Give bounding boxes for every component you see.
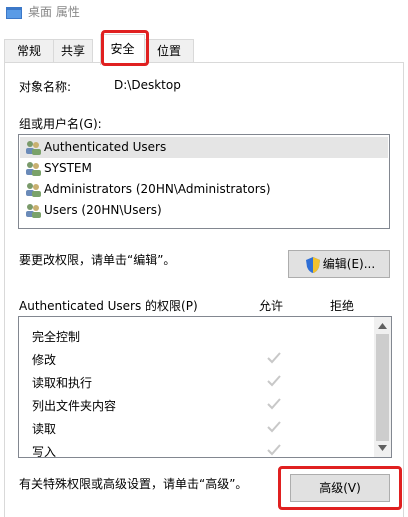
groups-label: 组或用户名(G): xyxy=(19,117,102,131)
permission-name: 完全控制 xyxy=(32,330,81,344)
edit-hint: 要更改权限，请单击“编辑”。 xyxy=(19,253,176,267)
group-item-authenticated-users[interactable]: Authenticated Users xyxy=(20,137,388,158)
group-item-label: SYSTEM xyxy=(44,161,92,175)
group-item-users[interactable]: Users (20HN\Users) xyxy=(20,200,388,221)
permission-name: 修改 xyxy=(32,353,57,367)
deny-column-header: 拒绝 xyxy=(330,299,355,313)
title-bar: 桌面 属性 xyxy=(0,0,408,26)
folder-icon xyxy=(6,7,22,19)
allow-check-icon xyxy=(267,421,281,433)
users-icon xyxy=(26,141,41,155)
permission-row: 写入 xyxy=(19,439,373,458)
security-tab-highlight xyxy=(101,30,149,66)
permission-row: 列出文件夹内容 xyxy=(19,393,373,416)
group-item-label: Users (20HN\Users) xyxy=(44,203,162,217)
advanced-button-highlight xyxy=(278,466,402,510)
allow-check-icon xyxy=(267,352,281,364)
edit-button-label: 编辑(E)... xyxy=(322,257,376,271)
permission-row: 读取和执行 xyxy=(19,370,373,393)
permissions-scrollbar[interactable] xyxy=(374,317,391,457)
allow-column-header: 允许 xyxy=(259,299,284,313)
scroll-up-arrow-icon[interactable] xyxy=(378,323,387,329)
group-item-administrators[interactable]: Administrators (20HN\Administrators) xyxy=(20,179,388,200)
allow-check-icon xyxy=(267,444,281,456)
edit-button[interactable]: 编辑(E)... xyxy=(288,250,390,278)
tab-strip: 常规 共享 安全 位置 xyxy=(0,26,408,65)
permissions-list: 完全控制 修改 读取和执行 列出文件夹内容 读取 写入 xyxy=(18,316,392,458)
permission-row: 读取 xyxy=(19,416,373,439)
permission-name: 读取 xyxy=(32,422,57,436)
tab-location[interactable]: 位置 xyxy=(144,39,194,63)
permissions-header: Authenticated Users 的权限(P) xyxy=(19,299,198,313)
scroll-down-arrow-icon[interactable] xyxy=(378,445,387,451)
group-item-label: Administrators (20HN\Administrators) xyxy=(44,182,271,196)
tab-general[interactable]: 常规 xyxy=(4,39,54,63)
shield-icon xyxy=(306,257,320,273)
permission-name: 列出文件夹内容 xyxy=(32,399,117,413)
scrollbar-thumb[interactable] xyxy=(376,334,389,441)
groups-list[interactable]: Authenticated Users SYSTEM Administrator… xyxy=(18,134,390,229)
users-icon xyxy=(26,162,41,176)
group-item-system[interactable]: SYSTEM xyxy=(20,158,388,179)
window-title: 桌面 属性 xyxy=(28,5,80,19)
permission-row: 修改 xyxy=(19,347,373,370)
permission-name: 读取和执行 xyxy=(32,376,93,390)
permission-name: 写入 xyxy=(32,445,57,458)
group-item-label: Authenticated Users xyxy=(44,140,167,154)
users-icon xyxy=(26,204,41,218)
allow-check-icon xyxy=(267,375,281,387)
tab-sharing[interactable]: 共享 xyxy=(53,39,93,63)
advanced-hint: 有关特殊权限或高级设置，请单击“高级”。 xyxy=(19,477,248,491)
object-name-value: D:\Desktop xyxy=(114,78,181,92)
object-name-label: 对象名称: xyxy=(19,80,72,94)
allow-check-icon xyxy=(267,398,281,410)
users-icon xyxy=(26,183,41,197)
permission-row: 完全控制 xyxy=(19,324,373,347)
